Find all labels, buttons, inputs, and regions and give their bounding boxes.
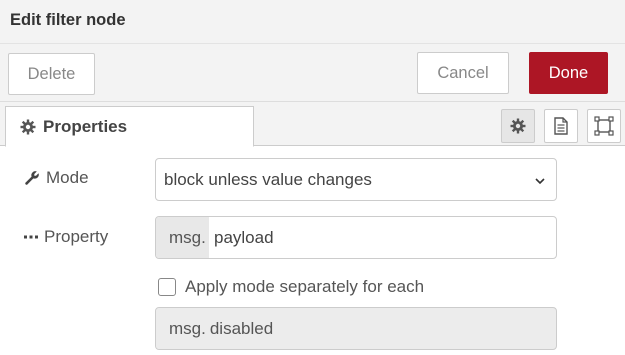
property-input[interactable]: msg. payload	[155, 216, 557, 259]
dialog-header: Edit filter node	[0, 0, 625, 44]
mode-select[interactable]: block unless value changes	[155, 158, 557, 201]
cancel-button[interactable]: Cancel	[417, 52, 509, 94]
disabled-value: disabled	[209, 318, 274, 338]
mode-select-value: block unless value changes	[164, 169, 372, 189]
delete-button[interactable]: Delete	[8, 53, 95, 95]
chevron-down-icon	[534, 172, 546, 192]
property-label-text: Property	[44, 227, 109, 246]
tab-description-button[interactable]	[544, 109, 578, 143]
tab-appearance-button[interactable]	[587, 109, 621, 143]
done-button[interactable]: Done	[529, 52, 608, 94]
apply-separately-checkbox[interactable]	[158, 278, 176, 296]
wrench-icon	[24, 170, 40, 186]
dialog-title: Edit filter node	[10, 11, 126, 29]
ellipsis-icon	[24, 232, 38, 242]
mode-label: Mode	[24, 168, 89, 188]
property-type-prefix[interactable]: msg.	[156, 217, 209, 258]
apply-separately-label: Apply mode separately for each	[185, 277, 425, 296]
tab-properties-label: Properties	[43, 116, 128, 136]
apply-separately-row: Apply mode separately for each	[158, 277, 424, 297]
document-icon	[553, 117, 569, 135]
mode-label-text: Mode	[46, 168, 89, 187]
tab-settings-button[interactable]	[501, 109, 535, 143]
disabled-property-input: msg. disabled	[155, 307, 557, 350]
property-value[interactable]: payload	[209, 217, 274, 258]
tab-bar: Properties	[0, 102, 625, 147]
dialog-toolbar: Delete Cancel Done	[0, 44, 625, 102]
gear-icon	[510, 118, 526, 134]
disabled-type-prefix: msg.	[156, 308, 210, 349]
tab-properties[interactable]: Properties	[5, 106, 254, 147]
property-label: Property	[24, 227, 108, 247]
frame-icon	[594, 116, 614, 136]
gear-icon	[20, 119, 36, 135]
